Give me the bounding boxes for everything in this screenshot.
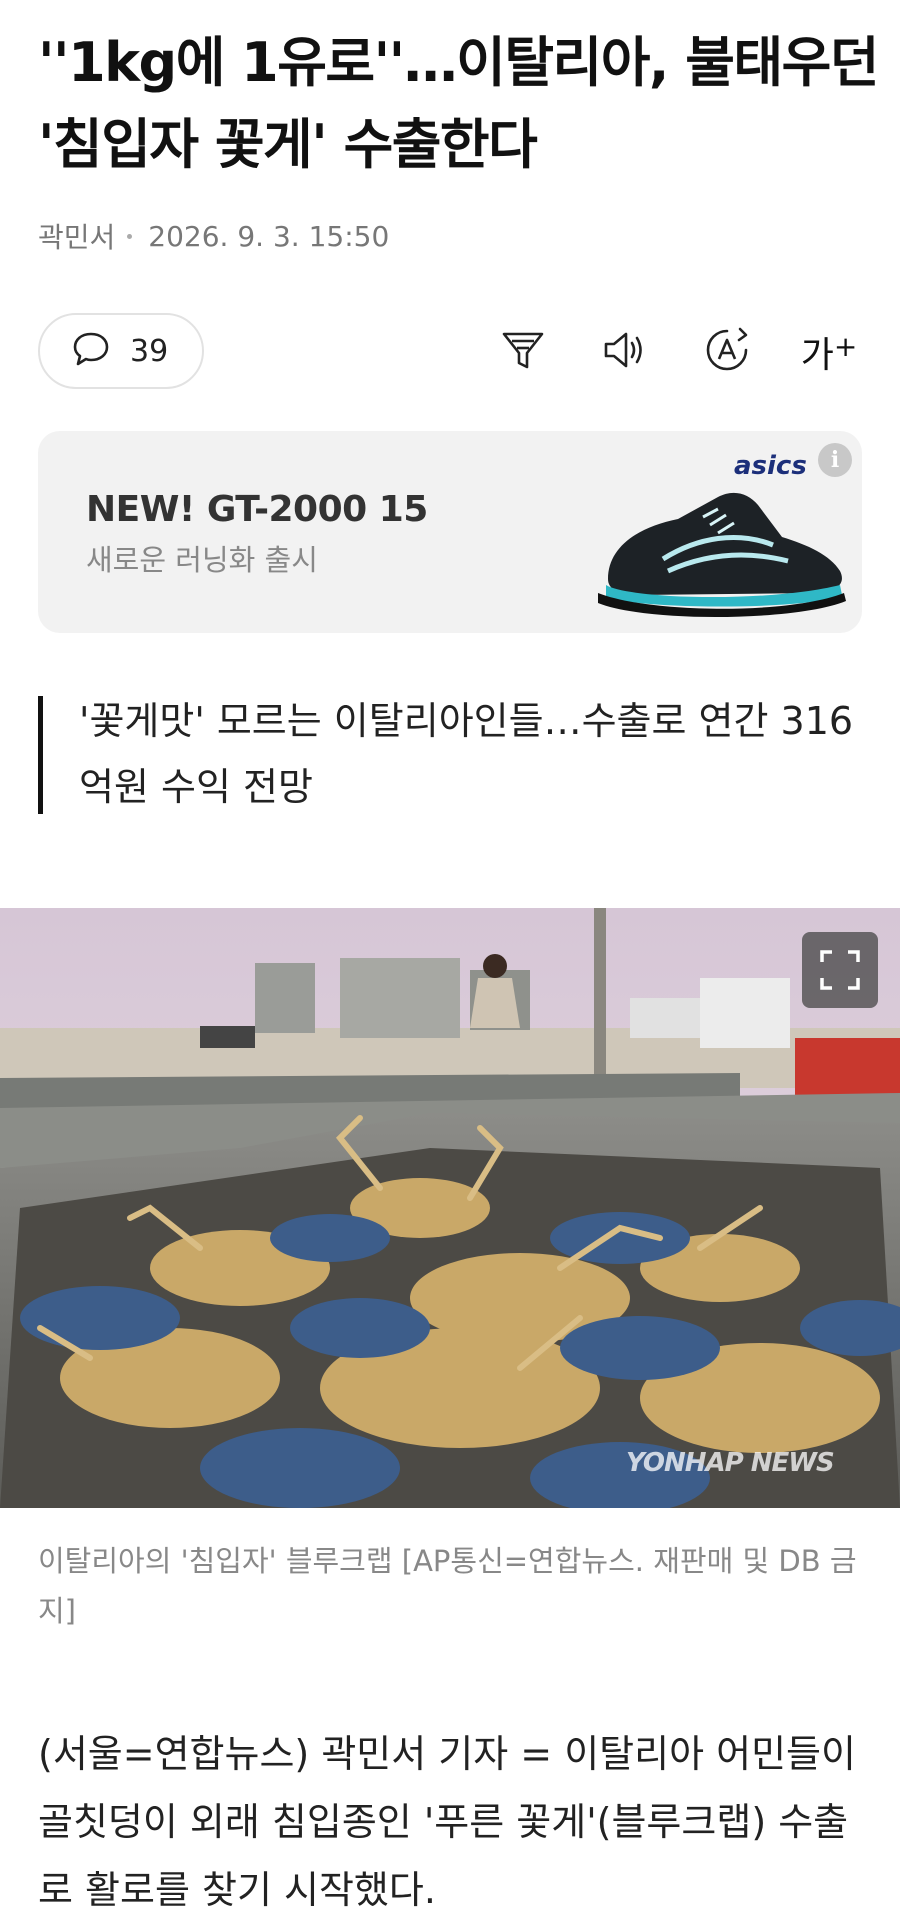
font-size-icon: 가 — [800, 335, 834, 376]
shoe-image — [568, 467, 858, 627]
blue-crab-photo — [0, 908, 900, 1508]
comment-count: 39 — [130, 333, 169, 369]
photo-caption: 이탈리아의 '침입자' 블루크랩 [AP통신=연합뉴스. 재판매 및 DB 금지… — [38, 1544, 857, 1628]
separator-dot — [127, 233, 133, 239]
read-aloud-button[interactable] — [596, 323, 654, 381]
ad-brand-logo: asics — [734, 451, 807, 481]
summary-filter-button[interactable] — [494, 323, 552, 381]
expand-image-button[interactable] — [802, 932, 878, 1008]
font-size-plus: + — [833, 329, 858, 363]
ad-info-icon[interactable]: i — [818, 443, 852, 477]
article-summary: '꽃게맛' 모르는 이탈리아인들…수출로 연간 316억원 수익 전망 — [38, 696, 868, 814]
article-headline: ''1kg에 1유로''…이탈리아, 불태우던 '침입자 꽃게' 수출한다 — [38, 31, 879, 176]
published-datetime: 2026. 9. 3. 15:50 — [148, 219, 390, 253]
article-photo[interactable]: YONHAP NEWS — [0, 908, 900, 1508]
photo-watermark: YONHAP NEWS — [626, 1448, 835, 1478]
article-body-paragraph: (서울=연합뉴스) 곽민서 기자 = 이탈리아 어민들이 골칫덩이 외래 침입종… — [38, 1732, 856, 1912]
ad-title: NEW! GT-2000 15 — [86, 489, 428, 530]
ad-banner[interactable]: NEW! GT-2000 15 새로운 러닝화 출시 asics i — [38, 431, 862, 633]
filter-icon — [498, 325, 548, 379]
author-name[interactable]: 곽민서 — [38, 216, 115, 256]
article-toolbar: 39 가 + — [38, 313, 862, 391]
translate-icon — [702, 325, 752, 379]
comment-button[interactable]: 39 — [38, 313, 204, 389]
speaker-icon — [600, 325, 650, 379]
byline: 곽민서 2026. 9. 3. 15:50 — [38, 216, 389, 256]
ad-subtitle: 새로운 러닝화 출시 — [86, 543, 318, 577]
translate-button[interactable] — [698, 323, 756, 381]
font-size-button[interactable]: 가 + — [800, 323, 858, 381]
summary-text: '꽃게맛' 모르는 이탈리아인들…수출로 연간 316억원 수익 전망 — [79, 699, 854, 809]
comment-icon — [70, 328, 112, 374]
fullscreen-icon — [820, 950, 860, 990]
